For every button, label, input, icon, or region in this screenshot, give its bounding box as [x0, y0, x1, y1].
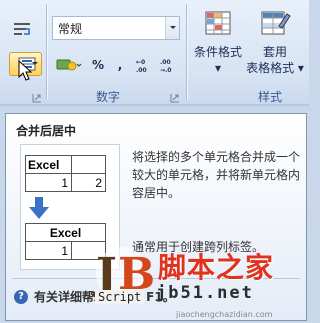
down-arrow-icon — [29, 197, 49, 219]
watermark-brand: 脚本之家 — [158, 251, 275, 284]
increase-decimal-icon: ←0.00 — [136, 59, 147, 73]
comma-style-button[interactable]: , — [112, 54, 128, 76]
svg-text:→.0: →.0 — [160, 67, 171, 73]
watermark-url: jb51.net — [156, 283, 254, 303]
currency-icon — [56, 59, 82, 71]
svg-text:.00: .00 — [160, 59, 171, 66]
chevron-down-icon — [32, 62, 38, 65]
number-format-value: 常规 — [58, 22, 83, 36]
number-group-label: 数字 — [96, 90, 121, 104]
conditional-format-icon — [202, 8, 234, 40]
ribbon-border — [0, 104, 309, 106]
conditional-format-label: 条件格式 — [193, 45, 242, 59]
conditional-format-button[interactable]: 条件格式 ▾ — [190, 8, 246, 76]
decrease-decimal-button[interactable]: .00 →.0 — [158, 54, 180, 76]
svg-text:←0: ←0 — [136, 59, 145, 66]
svg-text:.00: .00 — [136, 67, 147, 73]
increase-decimal-button[interactable]: ←0.00 — [134, 54, 156, 76]
help-icon: ? — [14, 289, 28, 304]
before-header-cell: Excel — [25, 155, 72, 174]
mouse-cursor-icon — [18, 60, 32, 81]
format-as-table-button[interactable]: 套用 表格格式 ▾ — [244, 8, 306, 76]
format-as-table-label-2: 表格格式 ▾ — [246, 61, 304, 75]
ribbon: 常规 % , ←0.00 .00 →.0 数字 条件格式 ▾ 套用 表格格式 ▾ … — [0, 0, 309, 110]
number-launcher-icon[interactable] — [170, 88, 180, 103]
after-merged-cell: Excel — [25, 223, 106, 242]
conditional-format-arrow: ▾ — [214, 61, 222, 75]
after-value-cell: 1 — [25, 241, 72, 260]
before-empty-cell — [71, 155, 106, 174]
number-format-dropdown[interactable]: 常规 — [52, 16, 180, 40]
format-as-table-label: 套用 — [262, 45, 287, 59]
accounting-format-button[interactable] — [54, 54, 84, 76]
table-format-icon — [259, 8, 291, 40]
before-table: Excel 1 2 — [25, 155, 106, 192]
group-separator — [186, 4, 187, 100]
before-value-cell: 1 — [25, 173, 72, 192]
decrease-decimal-icon: .00→.0 — [160, 59, 171, 73]
group-separator — [46, 4, 47, 100]
tooltip-title: 合并后居中 — [16, 124, 77, 138]
watermark-small: jiaochengchazidian.com — [176, 310, 273, 319]
wrap-text-icon[interactable] — [12, 20, 32, 40]
chevron-down-icon[interactable] — [165, 17, 179, 39]
before-value-cell: 2 — [71, 173, 106, 192]
alignment-launcher-icon[interactable] — [32, 88, 42, 103]
tooltip-description: 将选择的多个单元格合并成一个较大的单元格，并将新单元格内容居中。 — [132, 150, 301, 200]
styles-group-label: 样式 — [258, 90, 283, 104]
watermark-script: Script — [95, 290, 145, 304]
percent-style-button[interactable]: % — [88, 54, 108, 76]
